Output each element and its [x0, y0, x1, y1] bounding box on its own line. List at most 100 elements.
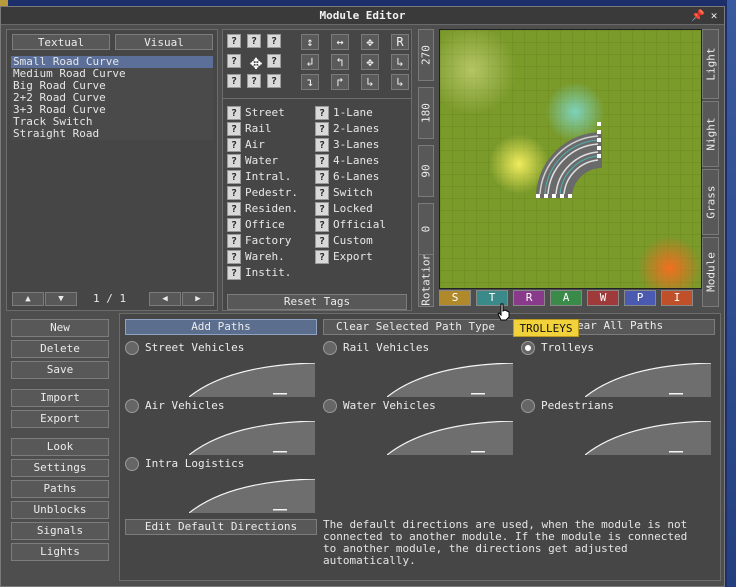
scroll-down-button[interactable]: ▼	[45, 292, 77, 306]
path-type-radio[interactable]	[323, 341, 337, 355]
cross-icon[interactable]: ✥	[361, 54, 379, 70]
rotation-0-button[interactable]: 0	[418, 203, 434, 255]
question-icon[interactable]: ?	[247, 34, 261, 48]
rotate-icon[interactable]: R	[391, 34, 409, 50]
look-button[interactable]: Look	[11, 438, 109, 456]
tag-checkbox[interactable]: ?	[227, 154, 241, 168]
question-icon[interactable]: ?	[227, 34, 241, 48]
tag-checkbox[interactable]: ?	[315, 202, 329, 216]
turn-up-icon[interactable]: ↰	[331, 54, 349, 70]
branch-down-icon[interactable]: ↳	[391, 74, 409, 90]
view-tab-light[interactable]: Light	[702, 29, 719, 99]
save-button[interactable]: Save	[11, 361, 109, 379]
turn-right-icon[interactable]: ↳	[391, 54, 409, 70]
path-type-radio[interactable]	[521, 399, 535, 413]
new-button[interactable]: New	[11, 319, 109, 337]
tag-checkbox[interactable]: ?	[227, 122, 241, 136]
question-icon[interactable]: ?	[267, 74, 281, 88]
flip-vertical-icon[interactable]: ↕	[301, 34, 319, 50]
scroll-up-button[interactable]: ▲	[12, 292, 44, 306]
export-button[interactable]: Export	[11, 410, 109, 428]
tag-label: Wareh.	[245, 250, 285, 263]
background-terrain-right	[727, 0, 736, 587]
path-type-label: Street Vehicles	[145, 341, 245, 354]
pin-icon[interactable]: 📌	[691, 9, 705, 23]
delete-button[interactable]: Delete	[11, 340, 109, 358]
tag-checkbox[interactable]: ?	[227, 106, 241, 120]
tag-checkbox[interactable]: ?	[315, 138, 329, 152]
rotation-180-button[interactable]: 180	[418, 87, 434, 139]
tag-checkbox[interactable]: ?	[227, 234, 241, 248]
window-titlebar[interactable]: Module Editor 📌 ✕	[1, 7, 724, 25]
tag-checkbox[interactable]: ?	[227, 202, 241, 216]
rotation-90-button[interactable]: 90	[418, 145, 434, 197]
tab-visual[interactable]: Visual	[115, 34, 213, 50]
branch-icon[interactable]: ↳	[361, 74, 379, 90]
tag-checkbox[interactable]: ?	[315, 218, 329, 232]
chip-r[interactable]: R	[513, 290, 545, 306]
path-type-radio[interactable]	[125, 399, 139, 413]
tag-label: Rail	[245, 122, 272, 135]
lights-button[interactable]: Lights	[11, 543, 109, 561]
prev-page-button[interactable]: ◀	[149, 292, 181, 306]
path-type-radio[interactable]	[125, 341, 139, 355]
turn-up-right-icon[interactable]: ↱	[331, 74, 349, 90]
tag-checkbox[interactable]: ?	[315, 186, 329, 200]
question-icon[interactable]: ?	[227, 74, 241, 88]
tag-checkbox[interactable]: ?	[315, 170, 329, 184]
question-icon[interactable]: ?	[227, 54, 241, 68]
tab-textual[interactable]: Textual	[12, 34, 110, 50]
tag-checkbox[interactable]: ?	[227, 170, 241, 184]
chip-p[interactable]: P	[624, 290, 656, 306]
path-type-label: Trolleys	[541, 341, 594, 354]
tag-checkbox[interactable]: ?	[227, 186, 241, 200]
question-icon[interactable]: ?	[267, 54, 281, 68]
module-list-panel: Textual Visual Small Road Curve Medium Ro…	[6, 29, 218, 311]
reset-tags-button[interactable]: Reset Tags	[227, 294, 407, 310]
edit-default-directions-button[interactable]: Edit Default Directions	[125, 519, 317, 535]
tag-label: Intral.	[245, 170, 292, 183]
import-button[interactable]: Import	[11, 389, 109, 407]
path-preview	[189, 363, 315, 397]
chip-w[interactable]: W	[587, 290, 619, 306]
rotation-270-button[interactable]: 270	[418, 29, 434, 81]
tag-checkbox[interactable]: ?	[315, 106, 329, 120]
move-icon[interactable]: ✥	[245, 52, 267, 74]
tag-checkbox[interactable]: ?	[227, 250, 241, 264]
settings-button[interactable]: Settings	[11, 459, 109, 477]
paths-button[interactable]: Paths	[11, 480, 109, 498]
turn-left-icon[interactable]: ↲	[301, 54, 319, 70]
clear-all-paths-button[interactable]: ear All Paths	[575, 319, 715, 335]
path-type-radio[interactable]	[323, 399, 337, 413]
tag-label: 2-Lanes	[333, 122, 380, 135]
chip-i[interactable]: I	[661, 290, 693, 306]
tag-checkbox[interactable]: ?	[315, 154, 329, 168]
list-item[interactable]: Straight Road	[11, 128, 213, 140]
tag-label: Export	[333, 250, 373, 263]
tag-checkbox[interactable]: ?	[315, 122, 329, 136]
unblocks-button[interactable]: Unblocks	[11, 501, 109, 519]
view-tab-night[interactable]: Night	[702, 101, 719, 167]
tag-label: 3-Lanes	[333, 138, 380, 151]
signals-button[interactable]: Signals	[11, 522, 109, 540]
tag-checkbox[interactable]: ?	[315, 234, 329, 248]
flip-horizontal-icon[interactable]: ↔	[331, 34, 349, 50]
path-type-radio[interactable]	[521, 341, 535, 355]
question-icon[interactable]: ?	[267, 34, 281, 48]
turn-down-left-icon[interactable]: ↴	[301, 74, 319, 90]
tag-checkbox[interactable]: ?	[315, 250, 329, 264]
move-all-icon[interactable]: ✥	[361, 34, 379, 50]
tag-checkbox[interactable]: ?	[227, 266, 241, 280]
next-page-button[interactable]: ▶	[182, 292, 214, 306]
path-type-radio[interactable]	[125, 457, 139, 471]
close-icon[interactable]: ✕	[707, 9, 721, 23]
view-tab-grass[interactable]: Grass	[702, 169, 719, 235]
chip-s[interactable]: S	[439, 290, 471, 306]
tag-checkbox[interactable]: ?	[227, 218, 241, 232]
view-tab-module[interactable]: Module	[702, 237, 719, 307]
tag-checkbox[interactable]: ?	[227, 138, 241, 152]
question-icon[interactable]: ?	[247, 74, 261, 88]
module-preview[interactable]	[439, 29, 702, 289]
chip-a[interactable]: A	[550, 290, 582, 306]
add-paths-button[interactable]: Add Paths	[125, 319, 317, 335]
